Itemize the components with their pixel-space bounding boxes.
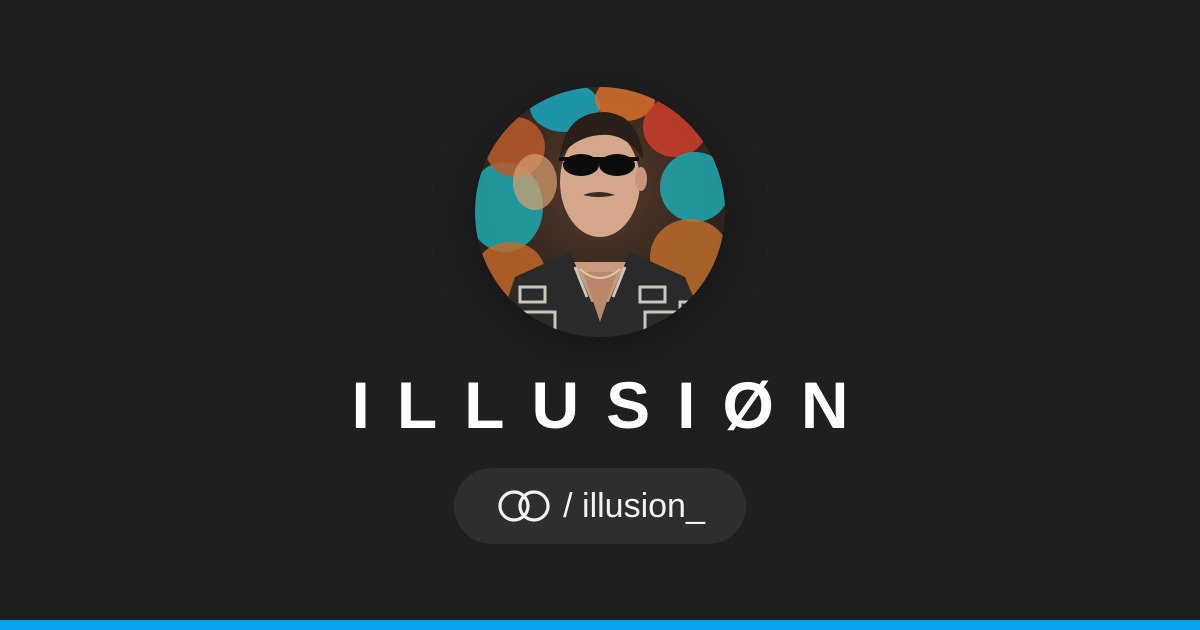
avatar (475, 87, 725, 337)
profile-handle: / illusion_ (563, 487, 705, 525)
profile-name: ILLUSIØN (351, 368, 876, 442)
profile-handle-link[interactable]: / illusion_ (454, 468, 746, 544)
accent-bar (0, 620, 1200, 630)
share-card: ILLUSIØN / illusion_ (0, 0, 1200, 630)
linked-circles-logo-icon (498, 490, 550, 522)
profile-photo (475, 87, 725, 337)
